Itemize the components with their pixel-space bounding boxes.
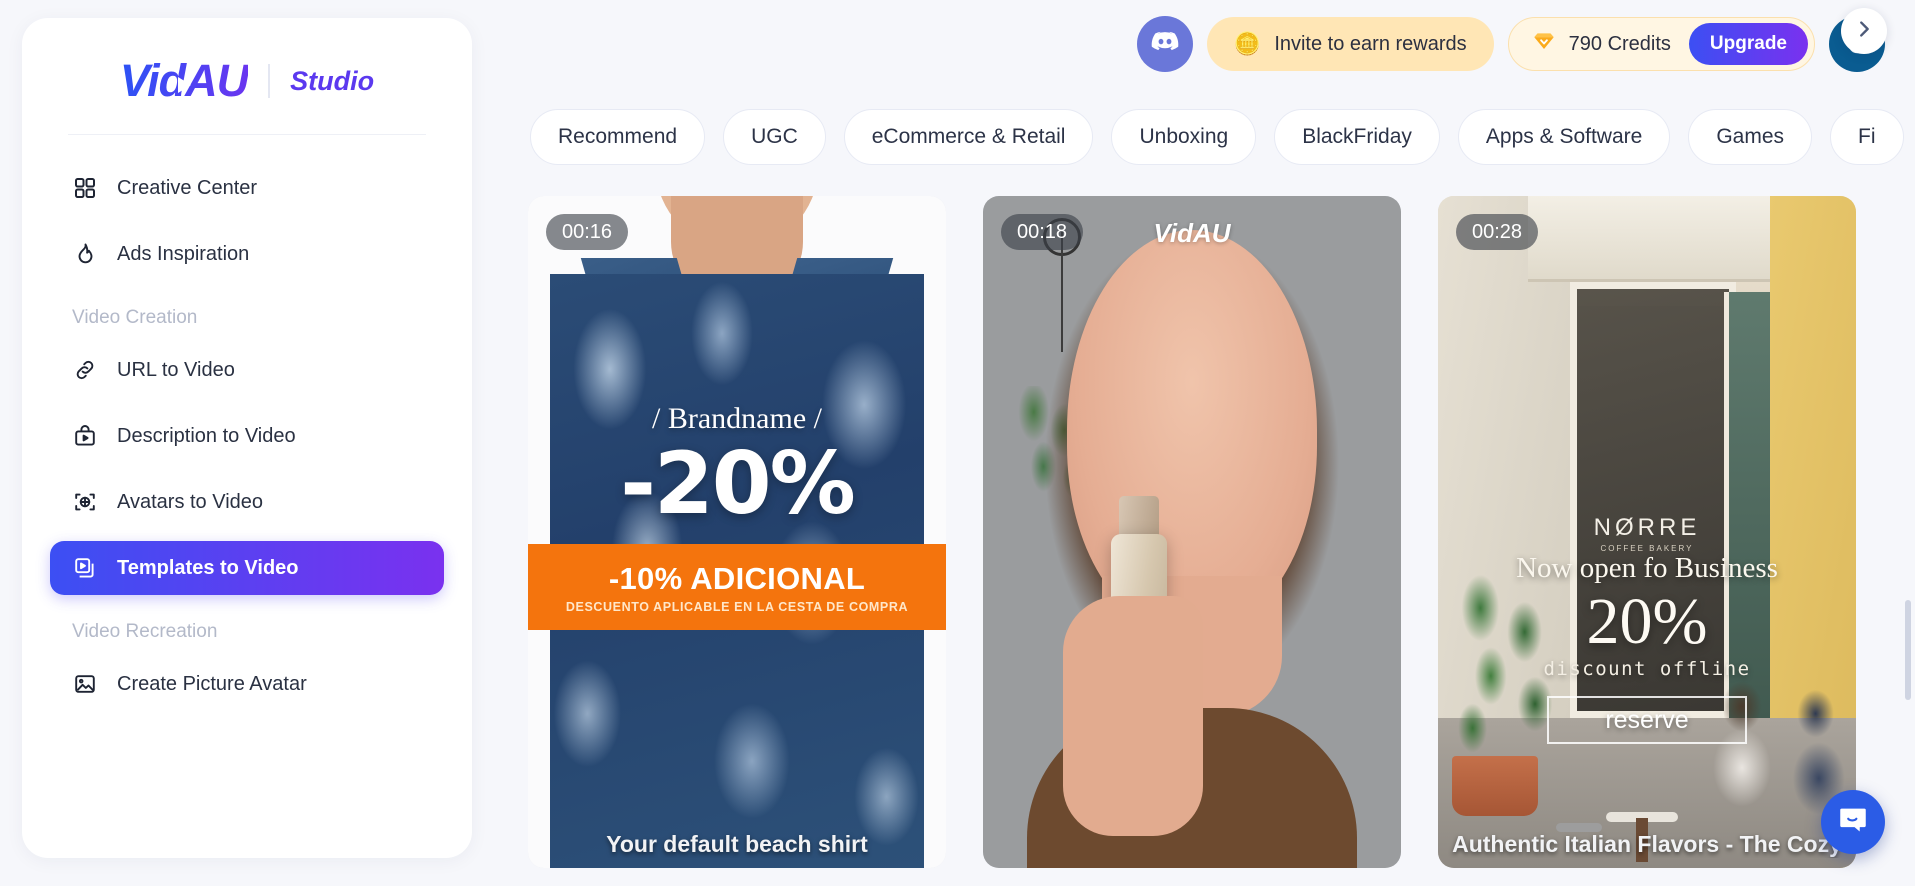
template-card-grid: / Brandname / -20% -10% ADICIONAL DESCUE… bbox=[528, 196, 1856, 868]
overlay-store-name: NØRRE bbox=[1593, 514, 1701, 541]
sidebar-group-video-recreation: Video Recreation bbox=[72, 621, 218, 642]
templates-play-icon bbox=[72, 555, 98, 581]
tab-unboxing[interactable]: Unboxing bbox=[1111, 109, 1257, 165]
sidebar-group-video-creation: Video Creation bbox=[72, 307, 198, 328]
overlay-headline: Now open fo Business bbox=[1516, 552, 1778, 584]
vidau-logo: VidAU bbox=[120, 55, 248, 107]
brand-divider bbox=[268, 64, 271, 98]
model-face bbox=[1067, 230, 1317, 630]
play-notch-icon bbox=[177, 77, 191, 93]
tabs-scroll-next-button[interactable] bbox=[1841, 8, 1887, 54]
link-icon bbox=[72, 357, 98, 383]
discord-button[interactable] bbox=[1136, 16, 1193, 72]
coins-icon: 🪙 bbox=[1233, 31, 1262, 56]
storefront-cornice bbox=[1528, 196, 1770, 282]
overlay-percent-sub: discount offline bbox=[1543, 658, 1751, 680]
overlay-percent: 20% bbox=[1586, 585, 1708, 658]
upgrade-button[interactable]: Upgrade bbox=[1688, 23, 1808, 65]
page-scrollbar[interactable] bbox=[1905, 600, 1911, 700]
sidebar-item-label: Creative Center bbox=[117, 176, 258, 199]
sidebar-item-templates-to-video[interactable]: Templates to Video bbox=[50, 541, 444, 595]
sidebar-item-label: Description to Video bbox=[117, 424, 296, 447]
sidebar-item-description-to-video[interactable]: Description to Video bbox=[50, 409, 444, 463]
sidebar-item-label: Templates to Video bbox=[117, 556, 299, 579]
storefront-plant-pot bbox=[1452, 756, 1538, 816]
overlay-brandname: / Brandname / bbox=[652, 402, 822, 435]
tab-recommend[interactable]: Recommend bbox=[530, 109, 706, 165]
sidebar: VidAU Studio Creative Center Ads Inspira… bbox=[22, 18, 472, 858]
overlay-reserve-cta: reserve bbox=[1547, 696, 1747, 744]
tab-blackfriday[interactable]: BlackFriday bbox=[1274, 109, 1440, 165]
brand-header[interactable]: VidAU Studio bbox=[22, 18, 472, 102]
sidebar-nav: Creative Center Ads Inspiration Video Cr… bbox=[22, 135, 472, 711]
avatar-target-icon bbox=[72, 489, 98, 515]
tab-fitness-partial[interactable]: Fi bbox=[1830, 109, 1904, 165]
sidebar-item-avatars-to-video[interactable]: Avatars to Video bbox=[50, 475, 444, 529]
picture-icon bbox=[72, 671, 98, 697]
chevron-right-icon bbox=[1853, 18, 1875, 45]
credits-pill[interactable]: 790 Credits Upgrade bbox=[1507, 17, 1815, 71]
flame-icon bbox=[72, 241, 98, 267]
diamond-icon bbox=[1531, 29, 1557, 60]
bag-play-icon bbox=[72, 423, 98, 449]
category-tabs: Recommend UGC eCommerce & Retail Unboxin… bbox=[530, 106, 1915, 168]
tab-ecommerce-retail[interactable]: eCommerce & Retail bbox=[843, 109, 1094, 165]
sidebar-item-create-picture-avatar[interactable]: Create Picture Avatar bbox=[50, 657, 444, 711]
sidebar-item-label: URL to Video bbox=[117, 358, 235, 381]
card-thumbnail bbox=[983, 196, 1401, 868]
card-thumbnail: NØRRE COFFEE BAKERY Now open fo Business… bbox=[1438, 196, 1856, 868]
promo-banner-main: -10% ADICIONAL bbox=[608, 560, 866, 596]
model-hand bbox=[1063, 596, 1203, 836]
duration-badge: 00:18 bbox=[1001, 214, 1084, 250]
promo-banner: -10% ADICIONAL DESCUENTO APLICABLE EN LA… bbox=[528, 544, 946, 630]
top-header: 🪙 Invite to earn rewards 790 Credits Upg… bbox=[1136, 16, 1885, 72]
chat-widget-button[interactable] bbox=[1821, 790, 1885, 854]
duration-badge: 00:16 bbox=[546, 214, 629, 250]
promo-banner-sub: DESCUENTO APLICABLE EN LA CESTA DE COMPR… bbox=[565, 599, 909, 614]
invite-to-earn-rewards-button[interactable]: 🪙 Invite to earn rewards bbox=[1206, 17, 1494, 71]
template-card[interactable]: / Brandname / -20% -10% ADICIONAL DESCUE… bbox=[528, 196, 946, 868]
sidebar-item-label: Ads Inspiration bbox=[117, 242, 250, 265]
tab-ugc[interactable]: UGC bbox=[723, 109, 826, 165]
sidebar-item-label: Avatars to Video bbox=[117, 490, 264, 513]
chat-bubble-icon bbox=[1836, 803, 1870, 842]
grid-icon bbox=[72, 175, 98, 201]
credits-label: 790 Credits bbox=[1568, 32, 1671, 55]
vidau-watermark: VidAU bbox=[1153, 218, 1231, 248]
category-tabs-list: Recommend UGC eCommerce & Retail Unboxin… bbox=[530, 106, 1915, 168]
template-card[interactable]: VidAU 00:18 bbox=[983, 196, 1401, 868]
duration-badge: 00:28 bbox=[1456, 214, 1539, 250]
discord-icon bbox=[1149, 26, 1181, 63]
studio-label: Studio bbox=[290, 65, 375, 96]
sidebar-item-label: Create Picture Avatar bbox=[117, 672, 307, 695]
sidebar-item-creative-center[interactable]: Creative Center bbox=[50, 161, 444, 215]
card-caption: Authentic Italian Flavors - The Cozy bbox=[1452, 831, 1842, 857]
overlay-discount: -20% bbox=[620, 434, 856, 534]
sidebar-item-url-to-video[interactable]: URL to Video bbox=[50, 343, 444, 397]
card-thumbnail: / Brandname / -20% -10% ADICIONAL DESCUE… bbox=[528, 196, 946, 868]
template-card[interactable]: NØRRE COFFEE BAKERY Now open fo Business… bbox=[1438, 196, 1856, 868]
sidebar-item-ads-inspiration[interactable]: Ads Inspiration bbox=[50, 227, 444, 281]
tab-apps-software[interactable]: Apps & Software bbox=[1457, 109, 1671, 165]
invite-label: Invite to earn rewards bbox=[1274, 32, 1467, 55]
card-caption: Your default beach shirt bbox=[606, 831, 868, 857]
app-root: VidAU Studio Creative Center Ads Inspira… bbox=[0, 0, 1915, 886]
tab-games[interactable]: Games bbox=[1688, 109, 1813, 165]
